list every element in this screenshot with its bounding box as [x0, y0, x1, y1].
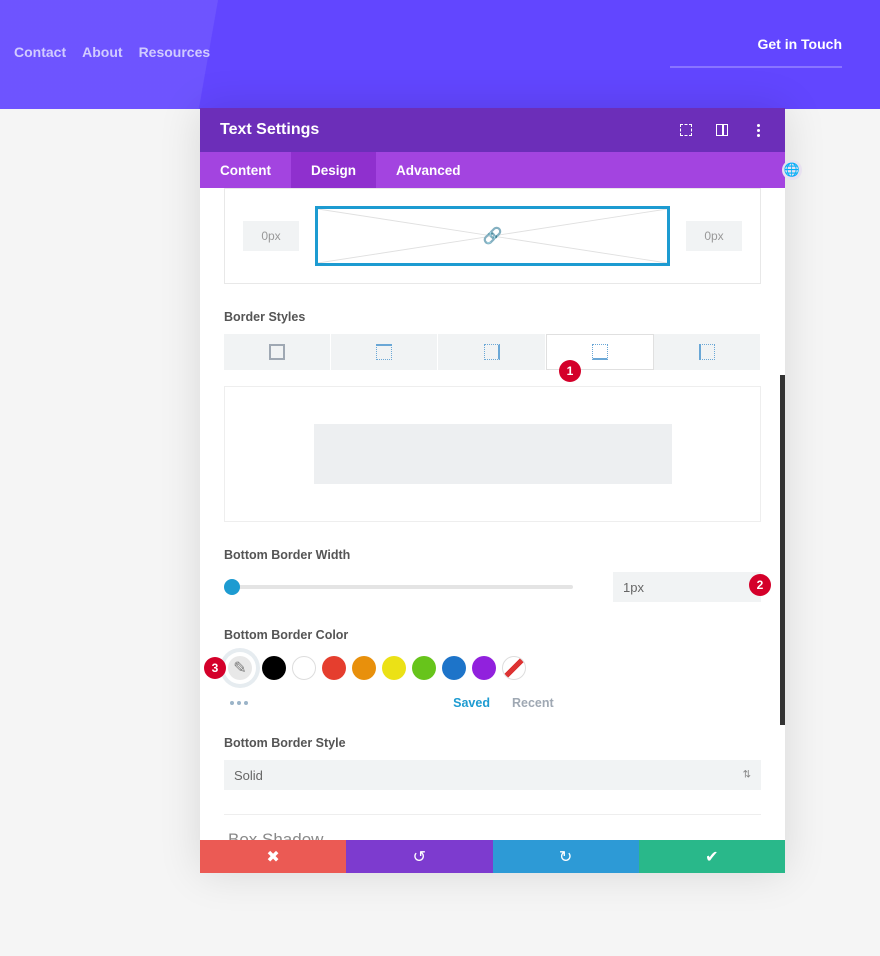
color-tabs: Saved Recent: [224, 696, 761, 710]
swatch-orange[interactable]: [352, 656, 376, 680]
bottom-width-row: 1px 2: [224, 572, 761, 602]
modal-tabs: Content Design Advanced: [200, 152, 785, 188]
redo-button[interactable]: ↻: [493, 840, 639, 873]
callout-2: 2: [749, 574, 771, 596]
link-icon[interactable]: 🔗: [483, 226, 503, 246]
swatch-red[interactable]: [322, 656, 346, 680]
cancel-button[interactable]: ✖: [200, 840, 346, 873]
modal-header-icons: [679, 123, 765, 137]
undo-icon: ↺: [413, 847, 426, 867]
spacing-right-value[interactable]: 0px: [686, 221, 742, 251]
border-style-selector: 1: [224, 334, 761, 370]
split-view-icon[interactable]: [715, 123, 729, 137]
callout-3: 3: [204, 657, 226, 679]
more-colors-icon[interactable]: [230, 701, 248, 705]
box-shadow-label: Box Shadow: [228, 830, 323, 841]
save-button[interactable]: ✔: [639, 840, 785, 873]
modal-footer: ✖ ↺ ↻ ✔: [200, 840, 785, 873]
scrollbar[interactable]: [780, 375, 785, 725]
check-icon: ✔: [705, 847, 718, 867]
globe-icon[interactable]: 🌐: [782, 160, 802, 180]
border-right[interactable]: [438, 334, 545, 370]
tab-advanced[interactable]: Advanced: [376, 152, 481, 188]
undo-button[interactable]: ↺: [346, 840, 492, 873]
modal-body: 0px 🔗 0px Border Styles 1 Bottom Border …: [200, 188, 785, 840]
get-in-touch-link[interactable]: Get in Touch: [757, 36, 842, 52]
close-icon: ✖: [266, 847, 279, 867]
eyedropper-icon: ✎: [228, 656, 252, 680]
swatch-yellow[interactable]: [382, 656, 406, 680]
chevron-down-icon: ⌄: [746, 832, 757, 841]
spacing-left-value[interactable]: 0px: [243, 221, 299, 251]
recent-colors-tab[interactable]: Recent: [512, 696, 554, 710]
swatch-white[interactable]: [292, 656, 316, 680]
nav-resources[interactable]: Resources: [139, 44, 211, 60]
chevron-updown-icon: ⇅: [743, 770, 751, 781]
swatch-purple[interactable]: [472, 656, 496, 680]
tab-content[interactable]: Content: [200, 152, 291, 188]
swatch-blue[interactable]: [442, 656, 466, 680]
nav-about[interactable]: About: [82, 44, 122, 60]
nav-contact[interactable]: Contact: [14, 44, 66, 60]
preview-inner: [314, 424, 672, 484]
bottom-style-select[interactable]: Solid ⇅: [224, 760, 761, 790]
redo-icon: ↻: [559, 847, 572, 867]
more-icon[interactable]: [751, 123, 765, 137]
header-nav: Contact About Resources: [14, 44, 210, 60]
label-bottom-width: Bottom Border Width: [224, 548, 761, 562]
border-top[interactable]: [331, 334, 438, 370]
modal-header: Text Settings: [200, 108, 785, 152]
label-border-styles: Border Styles: [224, 310, 761, 324]
tab-design[interactable]: Design: [291, 152, 376, 188]
bottom-style-value: Solid: [234, 768, 263, 783]
swatch-black[interactable]: [262, 656, 286, 680]
border-left[interactable]: [654, 334, 761, 370]
text-settings-modal: Text Settings Content Design Advanced 0p…: [200, 108, 785, 873]
slider-thumb[interactable]: [224, 579, 240, 595]
border-all[interactable]: [224, 334, 331, 370]
swatch-green[interactable]: [412, 656, 436, 680]
saved-colors-tab[interactable]: Saved: [453, 696, 490, 710]
bottom-width-slider[interactable]: [224, 585, 573, 589]
label-bottom-style: Bottom Border Style: [224, 736, 761, 750]
site-header: Contact About Resources Get in Touch: [0, 0, 880, 109]
cta-underline: [670, 66, 842, 68]
spacing-visualizer: 0px 🔗 0px: [224, 188, 761, 284]
callout-1: 1: [559, 360, 581, 382]
label-bottom-color: Bottom Border Color: [224, 628, 761, 642]
spacing-center-box[interactable]: 🔗: [315, 206, 670, 266]
border-preview: [224, 386, 761, 522]
accordion: Box Shadow ⌄ Filters ⌄: [224, 814, 761, 840]
color-swatches: 3 ✎: [224, 652, 761, 684]
eyedropper-swatch[interactable]: ✎: [224, 652, 256, 684]
bottom-width-input[interactable]: 1px: [613, 572, 761, 602]
expand-icon[interactable]: [679, 123, 693, 137]
accordion-box-shadow[interactable]: Box Shadow ⌄: [224, 815, 761, 840]
modal-title: Text Settings: [220, 121, 319, 139]
swatch-transparent[interactable]: [502, 656, 526, 680]
